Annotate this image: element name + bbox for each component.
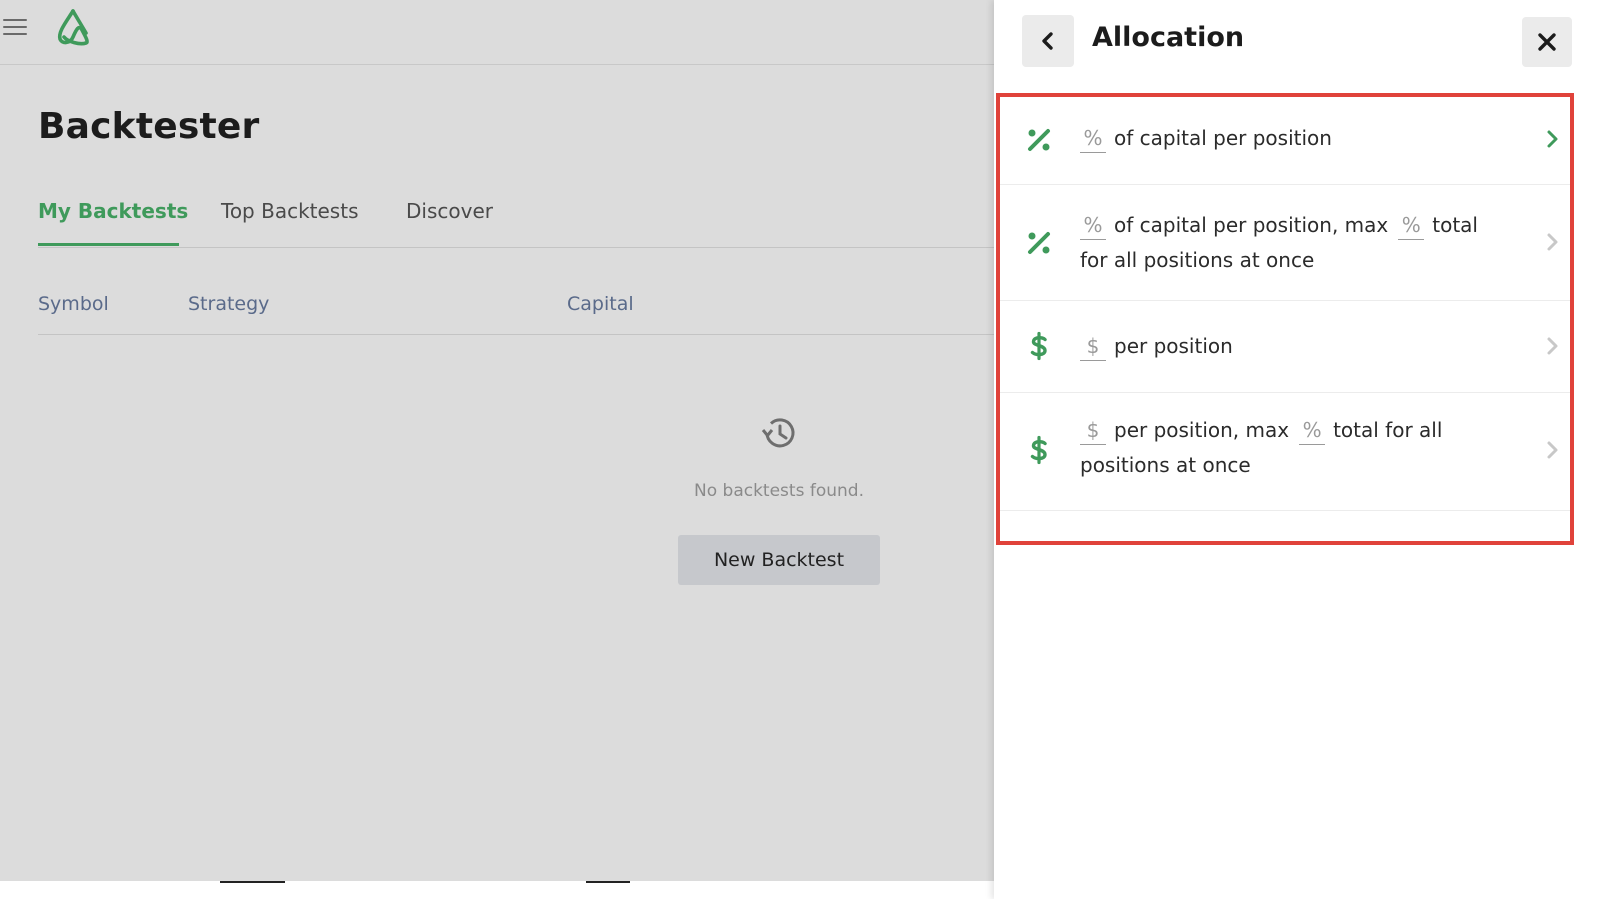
option-text: $ per position, max% total for all positio… [1080, 413, 1480, 483]
option-text: $ per position [1080, 329, 1500, 364]
column-header-symbol[interactable]: Symbol [38, 293, 109, 315]
page-title: Backtester [38, 106, 260, 147]
chevron-left-icon [1042, 32, 1053, 50]
percent-icon [1028, 129, 1050, 151]
chevron-right-icon [1547, 130, 1558, 148]
dollar-input[interactable]: $ [1080, 416, 1106, 445]
allocation-option-dollar-per-position[interactable]: $ per position [1000, 300, 1570, 393]
option-text: % of capital per position, max% total for … [1080, 208, 1480, 278]
percent-icon [1028, 232, 1050, 254]
tab-bar: My Backtests Top Backtests Discover [38, 193, 994, 248]
menu-icon[interactable] [3, 15, 27, 39]
table-header: Symbol Strategy Capital [38, 288, 994, 335]
max-percent-input[interactable]: % [1299, 416, 1326, 445]
max-percent-input[interactable]: % [1398, 211, 1425, 240]
chevron-right-icon [1547, 233, 1558, 251]
option-label: of capital per position [1114, 126, 1332, 150]
option-label: per position, max [1114, 418, 1290, 442]
close-icon [1538, 33, 1556, 51]
allocation-option-dollar-with-max[interactable]: $ per position, max% total for all positio… [1000, 392, 1570, 511]
close-button[interactable] [1522, 17, 1572, 67]
history-icon [761, 418, 795, 448]
allocation-options-list: % of capital per position % of capital per… [996, 93, 1574, 545]
chevron-right-icon [1547, 337, 1558, 355]
dollar-input[interactable]: $ [1080, 332, 1106, 361]
chevron-right-icon [1547, 441, 1558, 459]
option-label: per position [1114, 334, 1233, 358]
bottom-edge-mark [220, 881, 285, 883]
bottom-strip [0, 881, 994, 899]
tab-discover[interactable]: Discover [406, 199, 493, 223]
active-tab-indicator [38, 243, 179, 246]
option-label: of capital per position, max [1114, 213, 1389, 237]
logo-icon[interactable] [52, 6, 94, 48]
panel-title: Allocation [1092, 22, 1245, 53]
column-header-strategy[interactable]: Strategy [188, 293, 269, 315]
percent-input[interactable]: % [1080, 211, 1106, 240]
new-backtest-button[interactable]: New Backtest [678, 535, 880, 585]
option-text: % of capital per position [1080, 121, 1500, 156]
app-background: Backtester My Backtests Top Backtests Di… [0, 0, 994, 881]
top-bar [0, 0, 994, 65]
percent-input[interactable]: % [1080, 124, 1106, 153]
allocation-option-percent-per-position[interactable]: % of capital per position [1000, 97, 1570, 185]
empty-state-message: No backtests found. [694, 481, 864, 501]
column-header-capital[interactable]: Capital [567, 293, 634, 315]
dollar-icon [1030, 331, 1047, 361]
tab-top-backtests[interactable]: Top Backtests [221, 199, 359, 223]
tab-my-backtests[interactable]: My Backtests [38, 199, 188, 223]
bottom-edge-mark [586, 881, 630, 883]
back-button[interactable] [1022, 15, 1074, 67]
allocation-option-percent-with-max[interactable]: % of capital per position, max% total for … [1000, 184, 1570, 301]
dollar-icon [1030, 435, 1047, 465]
allocation-panel: Allocation % of capital per position % o… [994, 0, 1600, 899]
